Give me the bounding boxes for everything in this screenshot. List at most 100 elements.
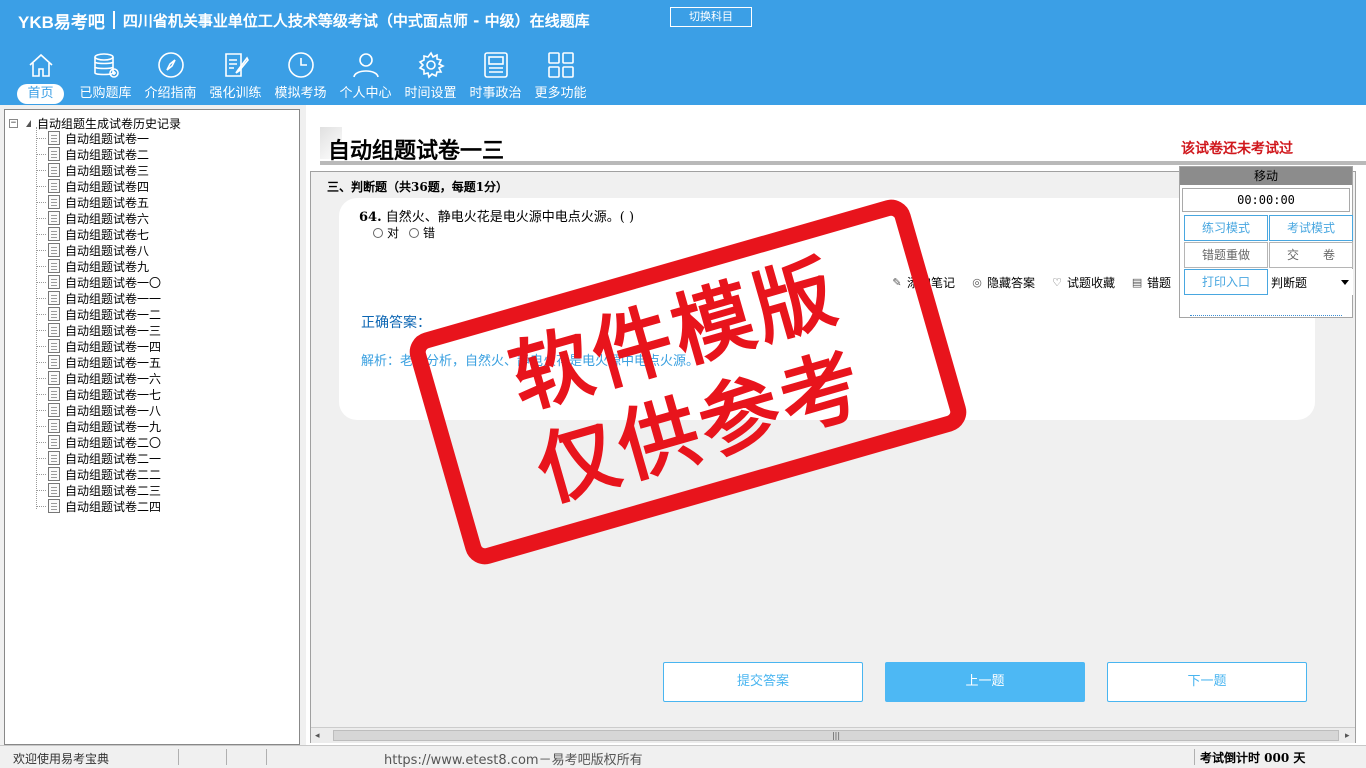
tree-item[interactable]: 自动组题试卷一七 xyxy=(37,386,161,402)
tree-item[interactable]: 自动组题试卷一五 xyxy=(37,354,161,370)
tree-item[interactable]: 自动组题试卷三 xyxy=(37,162,149,178)
add-note-tool[interactable]: ✎ 添加笔记 xyxy=(891,274,955,291)
app-title: 四川省机关事业单位工人技术等级考试（中式面点师 - 中级）在线题库 xyxy=(122,11,590,30)
nav-current-affairs[interactable]: 时事政治 xyxy=(463,48,528,104)
radio-button[interactable] xyxy=(373,227,383,238)
tool-label: 隐藏答案 xyxy=(987,276,1036,290)
tree-item[interactable]: 自动组题试卷二一 xyxy=(37,450,161,466)
tree-item-label: 自动组题试卷一六 xyxy=(65,371,162,386)
tree-item[interactable]: 自动组题试卷五 xyxy=(37,194,149,210)
document-icon xyxy=(48,339,60,353)
nav-label: 个人中心 xyxy=(339,86,392,101)
document-icon xyxy=(48,451,60,465)
header-divider xyxy=(320,161,1366,165)
tree-item[interactable]: 自动组题试卷一一 xyxy=(37,290,161,306)
tree-item[interactable]: 自动组题试卷一九 xyxy=(37,418,161,434)
tree-connector xyxy=(37,185,46,187)
option-false[interactable]: 错 xyxy=(409,224,435,241)
nav-more-features[interactable]: 更多功能 xyxy=(528,48,593,104)
option-label: 对 xyxy=(387,226,400,240)
wrong-question-tool[interactable]: ▤ 错题 xyxy=(1131,274,1171,291)
next-question-button[interactable]: 下一题 xyxy=(1107,662,1307,702)
tree-item[interactable]: 自动组题试卷八 xyxy=(37,242,149,258)
status-divider xyxy=(1194,749,1195,765)
tree-connector xyxy=(37,249,46,251)
tree-connector xyxy=(37,281,46,283)
question-stem: 自然火、静电火花是电火源中电点火源。( ) xyxy=(385,210,635,225)
tree-item[interactable]: 自动组题试卷一八 xyxy=(37,402,161,418)
question-tools: ✎ 添加笔记 ◎ 隐藏答案 ♡ 试题收藏 ▤ 错题 xyxy=(891,274,1171,291)
tree-item[interactable]: 自动组题试卷一三 xyxy=(37,322,161,338)
tree-connector xyxy=(37,313,46,315)
tree-connector xyxy=(37,377,46,379)
hide-answer-tool[interactable]: ◎ 隐藏答案 xyxy=(971,274,1035,291)
redo-wrong-button[interactable]: 错题重做 xyxy=(1184,242,1268,268)
panel-divider xyxy=(1190,315,1342,316)
history-tree[interactable]: − 自动组题生成试卷历史记录 自动组题试卷一 自动组题试卷二 自动组题试卷三 自动组题… xyxy=(4,109,300,745)
tree-item[interactable]: 自动组题试卷二三 xyxy=(37,482,161,498)
tree-connector xyxy=(37,169,46,171)
nav-time-settings[interactable]: 时间设置 xyxy=(398,48,463,104)
nav-label: 首页 xyxy=(17,84,64,104)
option-true[interactable]: 对 xyxy=(373,224,399,241)
tree-item[interactable]: 自动组题试卷四 xyxy=(37,178,149,194)
nav-purchased-banks[interactable]: 已购题库 xyxy=(73,48,138,104)
move-handle[interactable]: 移动 xyxy=(1180,167,1352,185)
tree-connector xyxy=(37,137,46,139)
practice-mode-button[interactable]: 练习模式 xyxy=(1184,215,1268,241)
nav-home[interactable]: 首页 xyxy=(8,48,73,104)
document-icon xyxy=(48,243,60,257)
tree-item-label: 自动组题试卷一 xyxy=(65,131,150,146)
tree-item[interactable]: 自动组题试卷一二 xyxy=(37,306,161,322)
nav-training[interactable]: 强化训练 xyxy=(203,48,268,104)
collapse-icon[interactable]: − xyxy=(9,118,18,128)
favorite-tool[interactable]: ♡ 试题收藏 xyxy=(1051,274,1115,291)
tree-item[interactable]: 自动组题试卷一六 xyxy=(37,370,161,386)
document-icon xyxy=(48,179,60,193)
exam-mode-button[interactable]: 考试模式 xyxy=(1269,215,1353,241)
print-button[interactable]: 打印入口 xyxy=(1184,269,1268,295)
scroll-right-icon[interactable]: ▸ xyxy=(1345,731,1350,741)
title-separator xyxy=(112,11,115,29)
question-type-select[interactable]: 判断题 xyxy=(1269,269,1353,295)
tree-item-label: 自动组题试卷三 xyxy=(65,163,150,178)
nav-guide[interactable]: 介绍指南 xyxy=(138,48,203,104)
submit-answer-button[interactable]: 提交答案 xyxy=(663,662,863,702)
scroll-thumb[interactable]: ||| xyxy=(333,730,1339,741)
document-icon xyxy=(48,131,60,145)
switch-subject-button[interactable]: 切换科目 xyxy=(670,7,752,27)
tree-item[interactable]: 自动组题试卷二二 xyxy=(37,466,161,482)
nav-mock-exam[interactable]: 模拟考场 xyxy=(268,48,333,104)
scroll-left-icon[interactable]: ◂ xyxy=(315,731,320,741)
tree-item-label: 自动组题试卷一五 xyxy=(65,355,162,370)
welcome-text: 欢迎使用易考宝典 xyxy=(13,752,110,766)
tree-item[interactable]: 自动组题试卷六 xyxy=(37,210,149,226)
tree-item[interactable]: 自动组题试卷二 xyxy=(37,146,149,162)
tree-item[interactable]: 自动组题试卷一 xyxy=(37,130,149,146)
document-icon xyxy=(48,435,60,449)
tree-item[interactable]: 自动组题试卷二四 xyxy=(37,498,161,514)
nav-personal-center[interactable]: 个人中心 xyxy=(333,48,398,104)
tree-item[interactable]: 自动组题试卷九 xyxy=(37,258,149,274)
answer-analysis: 解析：老师分析，自然火、静电火花是电火源中电点火源。 xyxy=(361,354,700,369)
tree-item[interactable]: 自动组题试卷二〇 xyxy=(37,434,161,450)
horizontal-scrollbar[interactable]: ◂ ||| ▸ xyxy=(311,727,1355,743)
radio-button[interactable] xyxy=(409,227,420,238)
question-text: 64. 自然火、静电火花是电火源中电点火源。( ) xyxy=(359,206,634,225)
tree-item[interactable]: 自动组题试卷七 xyxy=(37,226,149,242)
tree-item-label: 自动组题试卷一一 xyxy=(65,291,162,306)
tree-item-label: 自动组题试卷一二 xyxy=(65,307,162,322)
tree-item[interactable]: 自动组题试卷一〇 xyxy=(37,274,161,290)
tree-item-label: 自动组题试卷一八 xyxy=(65,403,162,418)
tree-connector xyxy=(37,361,46,363)
document-icon xyxy=(48,483,60,497)
hand-in-button[interactable]: 交 卷 xyxy=(1269,242,1353,268)
question-number: 64. xyxy=(359,210,382,225)
status-bar: 欢迎使用易考宝典 https://www.etest8.com－易考吧版权所有 … xyxy=(0,745,1366,768)
tree-connector xyxy=(37,233,46,235)
chevron-down-icon xyxy=(1341,279,1349,285)
tree-item[interactable]: 自动组题试卷一四 xyxy=(37,338,161,354)
answer-options: 对 错 xyxy=(373,224,435,241)
document-icon xyxy=(48,355,60,369)
previous-question-button[interactable]: 上一题 xyxy=(885,662,1085,702)
